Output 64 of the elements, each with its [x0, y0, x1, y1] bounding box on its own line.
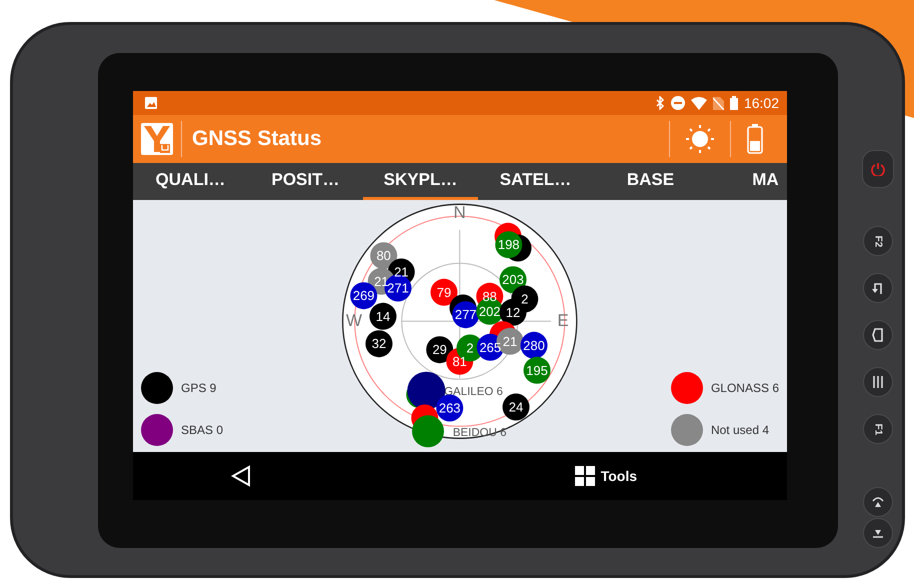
- satellite-number: 202: [478, 304, 501, 319]
- satellite-number: 269: [352, 288, 375, 304]
- back-icon: [231, 465, 251, 487]
- legend-label: Not used 4: [710, 422, 770, 439]
- satellite-number: 263: [438, 400, 461, 416]
- tab[interactable]: SATEL…: [478, 163, 593, 200]
- volume-down-key[interactable]: [862, 518, 892, 548]
- tab[interactable]: SKYPL…: [363, 163, 478, 200]
- legend-label: SBAS 0: [181, 422, 224, 439]
- clock-time: 16:02: [744, 94, 779, 112]
- power-key[interactable]: [862, 150, 894, 188]
- satellite-number: 14: [376, 308, 390, 324]
- tab[interactable]: MA: [708, 163, 787, 200]
- satellite-number: 2: [466, 340, 474, 356]
- grid-icon: [574, 466, 595, 486]
- pentagon-icon: [872, 328, 884, 342]
- satellite-number: 24: [508, 400, 524, 414]
- satellite-number: 80: [376, 248, 391, 264]
- satellite-number: 195: [526, 362, 548, 378]
- tab[interactable]: POSIT…: [248, 163, 363, 200]
- satellite-number: 21: [374, 274, 389, 289]
- battery-icon: [730, 96, 738, 110]
- satellite-number: 32: [372, 336, 386, 352]
- brightness-button[interactable]: [686, 125, 714, 153]
- back-button[interactable]: [231, 465, 251, 487]
- constellation-label: BEIDOU 6: [452, 427, 507, 439]
- satellite-number: 79: [436, 284, 452, 300]
- legend-label: GPS 9: [181, 380, 216, 397]
- no-sim-icon: [712, 96, 724, 110]
- volume-up-key[interactable]: [862, 487, 892, 517]
- satellite-number: 203: [502, 272, 524, 288]
- volume-up-icon: [870, 495, 884, 509]
- satellite-number: 12: [506, 304, 520, 320]
- back-key[interactable]: [862, 273, 892, 303]
- satellite-number: 265: [479, 340, 502, 355]
- satellite-number: 81: [452, 354, 467, 369]
- tab[interactable]: BASE: [593, 163, 708, 200]
- satellite-number: 21: [502, 334, 518, 349]
- satellite-number: 271: [387, 280, 409, 296]
- satellite-number: 29: [432, 342, 447, 358]
- app-logo-icon: [141, 123, 173, 155]
- receiver-battery-button[interactable]: [747, 124, 763, 154]
- menu-key[interactable]: [862, 367, 892, 397]
- legend-label: GLONASS 6: [710, 380, 779, 397]
- satellite-number: 198: [498, 237, 520, 252]
- do-not-disturb-icon: [670, 96, 685, 110]
- satellite-number: 2: [521, 292, 528, 306]
- function-key[interactable]: F2: [862, 226, 892, 256]
- function-key[interactable]: F1: [862, 414, 892, 444]
- image-icon: [145, 97, 157, 109]
- tab[interactable]: QUALI…: [133, 163, 248, 200]
- constellation-label: GALILEO 6: [444, 386, 503, 398]
- return-arrow-icon: [872, 281, 884, 295]
- app-title: GNSS Status: [191, 126, 322, 152]
- bars-icon: [872, 375, 884, 389]
- bluetooth-icon: [656, 96, 665, 110]
- home-key[interactable]: [862, 320, 892, 350]
- sun-icon: [686, 125, 714, 153]
- power-icon: [870, 162, 884, 176]
- wifi-icon: [690, 96, 707, 110]
- satellite-number: 277: [454, 307, 477, 322]
- battery-icon: [747, 124, 763, 154]
- satellite-number: 280: [523, 338, 545, 353]
- tools-button[interactable]: Tools: [574, 466, 637, 486]
